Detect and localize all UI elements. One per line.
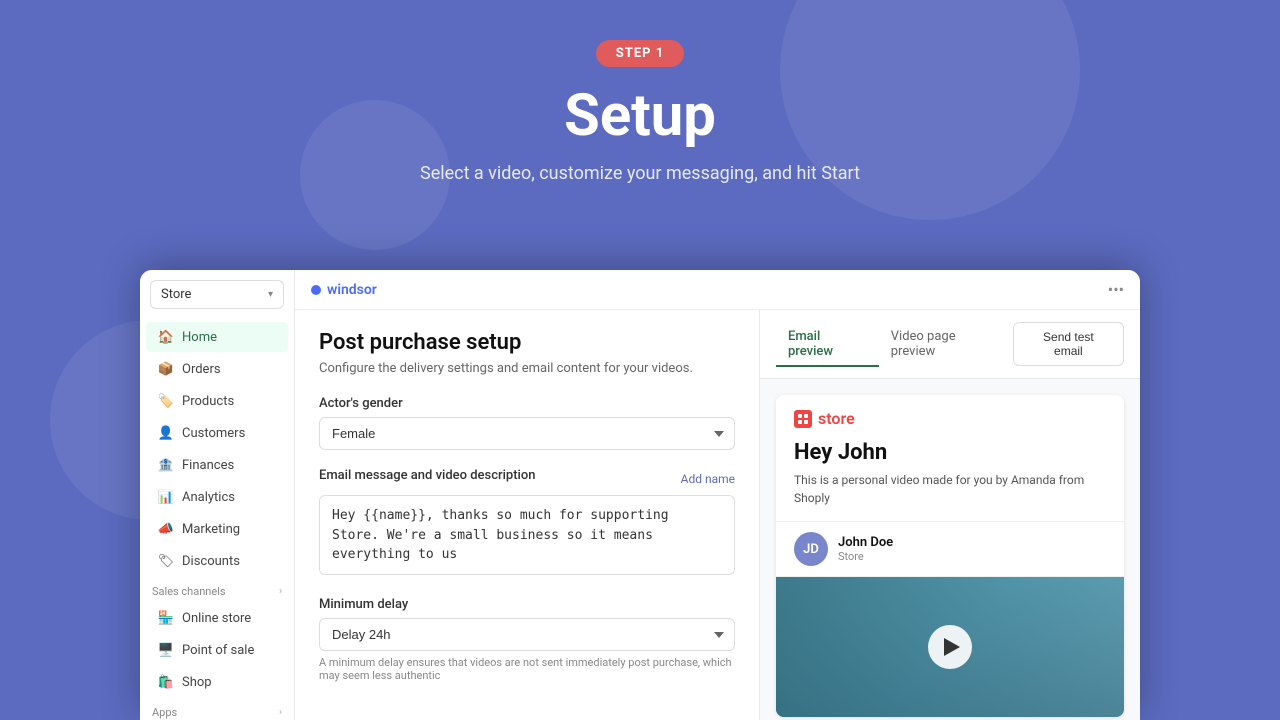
subtitle: Select a video, customize your messaging…	[0, 163, 1280, 184]
store-name: store	[818, 409, 855, 428]
chevron-icon: ›	[279, 707, 282, 718]
preview-tabs: Email preview Video page preview	[776, 323, 1013, 366]
sender-row: JD John Doe Store	[776, 522, 1124, 577]
minimum-delay-select[interactable]: Delay 24h Delay 48h No delay	[319, 618, 735, 651]
discounts-icon: 🏷	[158, 553, 174, 569]
minimum-delay-group: Minimum delay Delay 24h Delay 48h No del…	[319, 597, 735, 682]
sidebar-item-label: Point of sale	[182, 643, 254, 658]
windsor-header: windsor •••	[295, 270, 1140, 310]
preview-content: store Hey John This is a personal video …	[760, 379, 1140, 720]
step-badge: STEP 1	[596, 40, 684, 67]
windsor-logo-text: windsor	[327, 282, 377, 298]
sidebar-item-online-store[interactable]: 🏪 Online store	[146, 603, 288, 633]
store-selector[interactable]: Store ▾	[150, 280, 284, 309]
app-window: Store ▾ 🏠 Home 📦 Orders 🏷️ Products 👤 Cu…	[140, 270, 1140, 720]
store-logo-icon	[794, 410, 812, 428]
send-test-email-button[interactable]: Send test email	[1013, 322, 1124, 366]
chevron-down-icon: ▾	[268, 289, 273, 300]
store-selector-text: Store	[161, 287, 191, 302]
sidebar-item-point-of-sale[interactable]: 🖥️ Point of sale	[146, 635, 288, 665]
play-button[interactable]	[928, 625, 972, 669]
add-name-link[interactable]: Add name	[681, 472, 735, 486]
email-message-textarea[interactable]	[319, 495, 735, 575]
online-store-icon: 🏪	[158, 610, 174, 626]
tab-email-preview[interactable]: Email preview	[776, 323, 879, 367]
shop-icon: 🛍️	[158, 674, 174, 690]
products-icon: 🏷️	[158, 393, 174, 409]
post-purchase-title: Post purchase setup	[319, 330, 735, 355]
marketing-icon: 📣	[158, 521, 174, 537]
email-preview-card: store Hey John This is a personal video …	[776, 395, 1124, 717]
sidebar-item-label: Products	[182, 394, 234, 409]
windsor-logo: windsor	[311, 282, 377, 298]
chevron-icon: ›	[279, 586, 282, 597]
sidebar-item-label: Shop	[182, 675, 212, 690]
analytics-icon: 📊	[158, 489, 174, 505]
page-title: Setup	[0, 85, 1280, 149]
sender-avatar: JD	[794, 532, 828, 566]
actor-gender-group: Actor's gender Female Male Non-binary	[319, 396, 735, 450]
sidebar-item-finances[interactable]: 🏦 Finances	[146, 450, 288, 480]
windsor-logo-dot	[311, 285, 321, 295]
sender-store: Store	[838, 550, 893, 563]
sidebar-item-orders[interactable]: 📦 Orders	[146, 354, 288, 384]
sender-info: John Doe Store	[838, 535, 893, 563]
customers-icon: 👤	[158, 425, 174, 441]
store-brand: store	[794, 409, 1106, 428]
sidebar-item-label: Home	[182, 330, 217, 345]
sidebar-item-label: Finances	[182, 458, 234, 473]
sidebar-item-analytics[interactable]: 📊 Analytics	[146, 482, 288, 512]
actor-gender-select[interactable]: Female Male Non-binary	[319, 417, 735, 450]
email-message-group: Email message and video description Add …	[319, 468, 735, 579]
apps-label: Apps ›	[140, 698, 294, 720]
sidebar-item-home[interactable]: 🏠 Home	[146, 322, 288, 352]
sidebar-item-label: Analytics	[182, 490, 235, 505]
preview-header: Email preview Video page preview Send te…	[760, 310, 1140, 379]
email-store-header: store Hey John This is a personal video …	[776, 395, 1124, 522]
sidebar-item-marketing[interactable]: 📣 Marketing	[146, 514, 288, 544]
email-body-text: This is a personal video made for you by…	[794, 471, 1106, 507]
email-message-label: Email message and video description	[319, 468, 535, 483]
sender-name: John Doe	[838, 535, 893, 550]
main-content: Post purchase setup Configure the delive…	[295, 310, 760, 720]
finances-icon: 🏦	[158, 457, 174, 473]
sidebar-item-label: Orders	[182, 362, 221, 377]
orders-icon: 📦	[158, 361, 174, 377]
sidebar-item-label: Online store	[182, 611, 251, 626]
email-greeting: Hey John	[794, 440, 1106, 465]
home-icon: 🏠	[158, 329, 174, 345]
sidebar-item-customers[interactable]: 👤 Customers	[146, 418, 288, 448]
minimum-delay-label: Minimum delay	[319, 597, 735, 612]
minimum-delay-hint: A minimum delay ensures that videos are …	[319, 656, 735, 682]
more-menu-icon[interactable]: •••	[1108, 280, 1124, 299]
video-thumbnail[interactable]	[776, 577, 1124, 717]
sidebar: Store ▾ 🏠 Home 📦 Orders 🏷️ Products 👤 Cu…	[140, 270, 295, 720]
sales-channels-label: Sales channels ›	[140, 577, 294, 602]
actor-gender-label: Actor's gender	[319, 396, 735, 411]
sidebar-item-discounts[interactable]: 🏷 Discounts	[146, 546, 288, 576]
play-icon	[944, 638, 960, 656]
sidebar-item-label: Marketing	[182, 522, 240, 537]
sidebar-item-shop[interactable]: 🛍️ Shop	[146, 667, 288, 697]
sidebar-item-label: Customers	[182, 426, 245, 441]
preview-panel: Email preview Video page preview Send te…	[760, 310, 1140, 720]
sender-initials: JD	[803, 542, 819, 557]
point-of-sale-icon: 🖥️	[158, 642, 174, 658]
post-purchase-description: Configure the delivery settings and emai…	[319, 361, 735, 376]
sidebar-item-products[interactable]: 🏷️ Products	[146, 386, 288, 416]
tab-video-page-preview[interactable]: Video page preview	[879, 323, 1013, 367]
sidebar-item-label: Discounts	[182, 554, 240, 569]
